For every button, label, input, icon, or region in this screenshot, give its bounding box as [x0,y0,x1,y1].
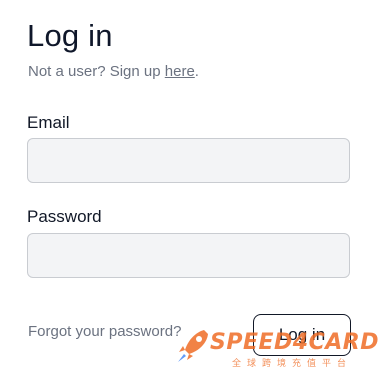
password-label: Password [27,207,102,226]
watermark-tagline: 全球跨境充值平台 [232,359,353,369]
password-field[interactable] [27,233,350,278]
signup-link[interactable]: here [165,63,195,80]
login-page: Log in Not a user? Sign up here. Email P… [0,0,382,370]
signup-suffix: . [194,63,199,80]
signup-prefix: Not a user? Sign up [28,63,165,80]
email-field[interactable] [27,138,350,183]
login-button[interactable]: Log in [253,314,351,356]
email-label: Email [27,113,70,132]
page-title: Log in [27,18,113,53]
signup-prompt: Not a user? Sign up here. [28,63,199,80]
forgot-password-link[interactable]: Forgot your password? [28,323,181,340]
